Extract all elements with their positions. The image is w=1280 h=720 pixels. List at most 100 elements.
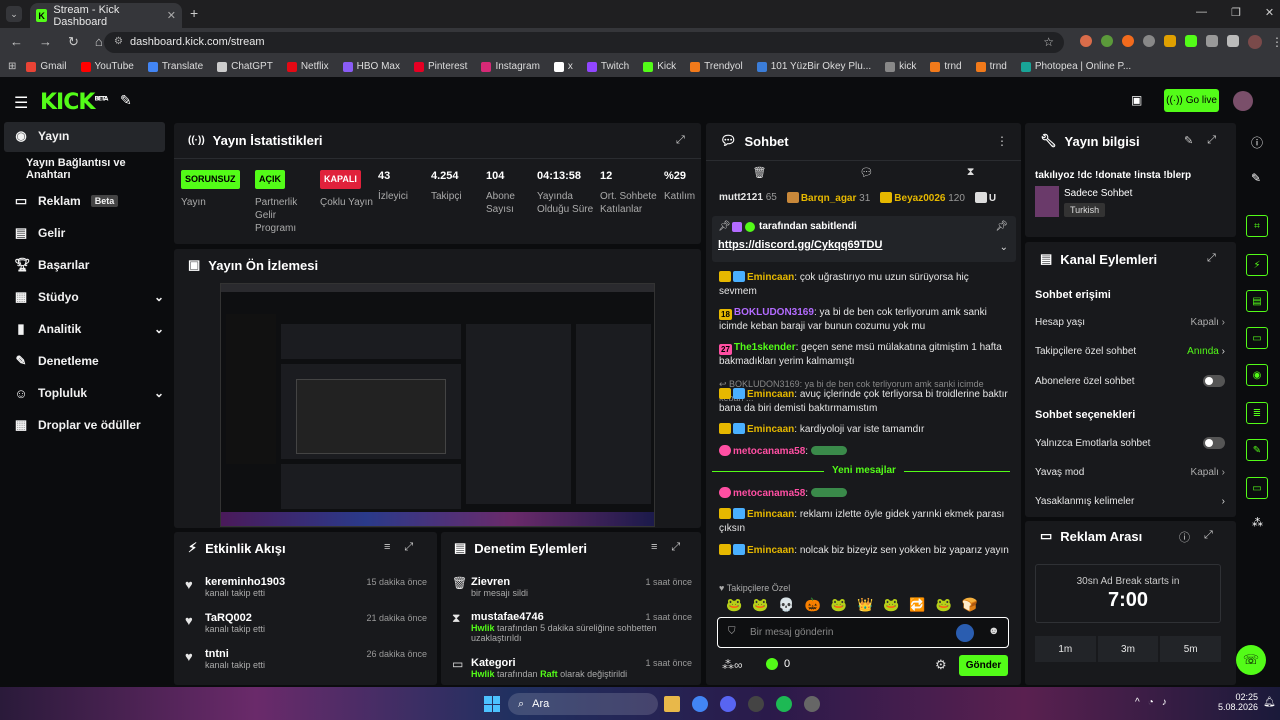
bookmark-item[interactable]: Kick [643, 61, 676, 72]
chat-message[interactable]: Emincaan: kardiyoloji var iste tamamdır [719, 423, 1009, 437]
chat-message[interactable]: Emincaan: reklamı izlette öyle gidek yar… [719, 508, 1009, 536]
go-live-button[interactable]: ((·)) Go live [1164, 89, 1219, 112]
popout-icon[interactable]: ⤢ [1204, 529, 1213, 545]
app-icon[interactable] [804, 696, 820, 712]
spotify-icon[interactable] [776, 696, 792, 712]
windows-start-icon[interactable] [484, 696, 500, 712]
sidebar-item-reklam[interactable]: ▭ Reklam Beta [14, 188, 164, 214]
sidebar-item-gelir[interactable]: ▤ Gelir [14, 220, 164, 246]
chat-message[interactable]: metocanama58: [719, 487, 1009, 501]
forward-icon[interactable]: → [39, 34, 52, 50]
popout-icon[interactable]: ⤢ [1207, 252, 1216, 265]
chrome-icon[interactable] [692, 696, 708, 712]
apps-grid-icon[interactable]: ⊞ [8, 61, 16, 72]
activity-row[interactable]: ♥ tntni kanalı takip etti 26 dakika önce [185, 648, 427, 670]
setting-account-age[interactable]: Hesap yaşı Kapalı › [1035, 317, 1225, 328]
emote-icon[interactable]: 🐸 [883, 597, 899, 613]
bookmark-item[interactable]: Trendyol [690, 61, 743, 72]
emote-icon[interactable]: 🐸 [936, 597, 952, 613]
sidebar-item-basarilar[interactable]: 🏆︎ Başarılar [14, 252, 164, 278]
stream-preview-video[interactable] [220, 283, 655, 527]
chat-bubble-icon[interactable]: 💬︎ [860, 166, 874, 179]
chat-username[interactable]: BOKLUDON3169 [734, 307, 814, 318]
activity-row[interactable]: ♥ kereminho1903 kanalı takip etti 15 dakika… [185, 576, 427, 598]
chat-message[interactable]: Emincaan: çok uğrastırıyo mu uzun sürüyo… [719, 271, 1009, 299]
popout-icon[interactable]: ⤢ [671, 541, 680, 554]
tab-search-icon[interactable]: ⌄ [6, 6, 22, 22]
menu-dots-icon[interactable]: ⋮ [1271, 35, 1280, 49]
bookmark-item[interactable]: YouTube [80, 61, 134, 72]
bookmark-item[interactable]: Translate [147, 61, 203, 72]
sidepanel-icon[interactable] [1227, 35, 1239, 47]
bookmark-item[interactable]: Instagram [481, 61, 540, 72]
obs-icon[interactable] [748, 696, 764, 712]
send-button[interactable]: Gönder [959, 655, 1008, 676]
chat-bubble-icon[interactable]: ▭ [1246, 327, 1268, 349]
trash-icon[interactable]: 🗑︎ [753, 166, 767, 179]
extension-icon[interactable] [1101, 35, 1113, 47]
unpin-icon[interactable]: 📌︎ [995, 221, 1008, 232]
mod-row[interactable]: 🗑︎ Zievren bir mesajı sildi 1 saat önce [452, 576, 692, 598]
info-icon[interactable]: ⓘ [1251, 134, 1263, 151]
chat-username[interactable]: Emincaan [747, 424, 794, 435]
points-icon[interactable]: ⁂∞ [722, 658, 743, 672]
profile-avatar[interactable] [1248, 35, 1262, 49]
pinned-message[interactable]: 📌︎ tarafından sabitlendi https://discord… [712, 216, 1016, 262]
bookmark-item[interactable]: kick [885, 61, 916, 72]
hamburger-menu-icon[interactable]: ☰ [14, 93, 28, 113]
edit-icon[interactable]: ✎ [1184, 134, 1193, 147]
stream-tag[interactable]: Turkish [1064, 203, 1106, 217]
chat-input-box[interactable]: ⛉ Bir mesaj gönderin ☻ [717, 617, 1009, 648]
notification-icon[interactable]: 🔔︎ [1263, 697, 1276, 708]
chat-message[interactable]: 27 The1skender: geçen sene msü mülakatına… [719, 341, 1009, 369]
sidebar-item-topluluk[interactable]: ☺ Topluluk ⌄ [14, 380, 164, 406]
bookmark-item[interactable]: Gmail [26, 61, 67, 72]
extension-icon[interactable] [1143, 35, 1155, 47]
bookmark-star-icon[interactable]: ☆ [1043, 35, 1054, 49]
popout-icon[interactable]: ⤢ [404, 541, 413, 554]
broadcast-icon[interactable]: ◉ [1246, 364, 1268, 386]
filter-icon[interactable]: ≡ [651, 541, 657, 554]
chat-message[interactable]: metocanama58: [719, 445, 1009, 459]
setting-emote-only[interactable]: Yalnızca Emotlarla sohbet [1035, 437, 1225, 449]
close-tab-icon[interactable]: ✕ [167, 9, 176, 22]
extension-icon[interactable] [1122, 35, 1134, 47]
stream-category[interactable]: Sadece Sohbet [1064, 188, 1132, 199]
back-icon[interactable]: ← [10, 34, 23, 50]
chat-username[interactable]: Emincaan [747, 272, 794, 283]
minimize-icon[interactable]: — [1196, 6, 1207, 19]
bookmark-item[interactable]: HBO Max [342, 61, 400, 72]
extension-icon[interactable] [1164, 35, 1176, 47]
scan-icon[interactable]: ⌗ [1246, 215, 1268, 237]
chevron-down-icon[interactable]: ⌄ [1000, 242, 1008, 253]
chat-settings-icon[interactable]: ⚙ [935, 657, 947, 673]
bookmark-item[interactable]: trnd [930, 61, 962, 72]
lightning-icon[interactable]: ⚡︎ [1246, 254, 1268, 276]
wrench-icon[interactable]: ✎ [1246, 439, 1268, 461]
emote-icon[interactable]: 🎃 [805, 597, 821, 613]
bookmark-item[interactable]: 101 YüzBir Okey Plu... [756, 61, 871, 72]
activity-row[interactable]: ♥ TaRQ002 kanalı takip etti 21 dakika önce [185, 612, 427, 634]
ad-option-button[interactable]: 3m [1097, 636, 1159, 662]
kick-logo[interactable]: KICKBETA [40, 90, 108, 115]
ad-option-button[interactable]: 1m [1035, 636, 1096, 662]
pinned-link[interactable]: https://discord.gg/Cykqq69TDU [718, 239, 882, 251]
sidebar-item-studyo[interactable]: ▦ Stüdyo ⌄ [14, 284, 164, 310]
bookmark-item[interactable]: x [553, 61, 573, 72]
edit-icon[interactable]: ✎ [1251, 171, 1261, 185]
emoji-icon[interactable]: ☻ [988, 625, 1000, 637]
emote-icon[interactable]: 🐸 [726, 597, 742, 613]
discord-icon[interactable] [720, 696, 736, 712]
chat-message[interactable]: Emincaan: nolcak biz bizeyiz sen yokken … [719, 544, 1009, 558]
file-explorer-icon[interactable] [664, 696, 680, 712]
emote-icon[interactable]: 💀 [778, 597, 794, 613]
emote-icon[interactable]: 🍞 [962, 597, 978, 613]
filter-icon[interactable]: ≡ [384, 541, 390, 554]
setting-slow-mode[interactable]: Yavaş mod Kapalı › [1035, 467, 1225, 478]
network-icon[interactable]: ◔ [1148, 697, 1154, 708]
bookmark-item[interactable]: Photopea | Online P... [1020, 61, 1131, 72]
mod-row[interactable]: ▭ Kategori Hwlik tarafından Raft olarak d… [452, 657, 692, 679]
user-avatar[interactable] [1233, 91, 1253, 111]
emote-icon[interactable]: 🐸 [831, 597, 847, 613]
bookmark-item[interactable]: Twitch [586, 61, 629, 72]
